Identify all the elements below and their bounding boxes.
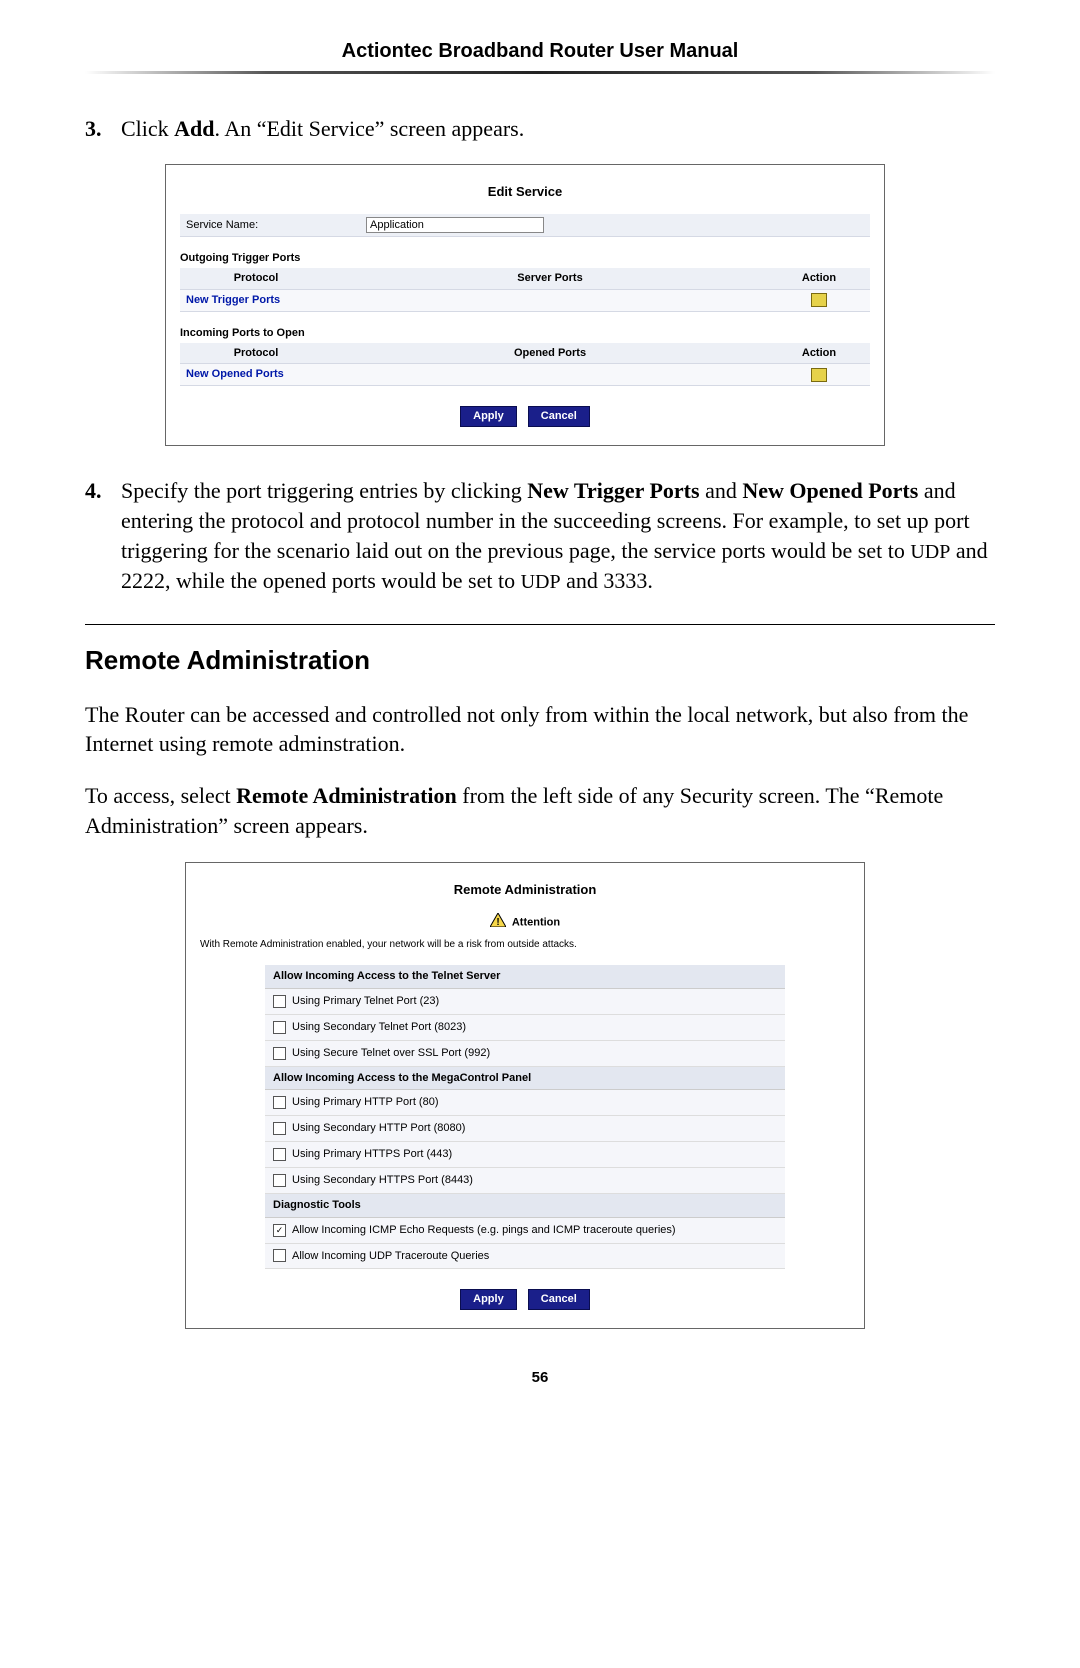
opt-http-80-label: Using Primary HTTP Port (80): [292, 1095, 439, 1110]
checkbox-telnet-8023[interactable]: [273, 1021, 286, 1034]
col-protocol2: Protocol: [180, 343, 332, 364]
outgoing-trigger-heading: Outgoing Trigger Ports: [180, 251, 870, 266]
opt-http-8080: Using Secondary HTTP Port (8080): [265, 1116, 785, 1142]
step-4: 4. Specify the port triggering entries b…: [85, 476, 995, 595]
opt-telnet-23-label: Using Primary Telnet Port (23): [292, 994, 439, 1009]
opt-https-443-label: Using Primary HTTPS Port (443): [292, 1147, 452, 1162]
checkbox-http-80[interactable]: [273, 1096, 286, 1109]
col-server-ports: Server Ports: [332, 268, 768, 289]
edit-service-screenshot: Edit Service Service Name: Outgoing Trig…: [165, 164, 885, 446]
remote-admin-ss-title: Remote Administration: [200, 881, 850, 899]
service-name-input[interactable]: [366, 217, 544, 233]
attention-warning-text: With Remote Administration enabled, your…: [200, 938, 850, 952]
opt-http-8080-label: Using Secondary HTTP Port (8080): [292, 1121, 465, 1136]
step-4-text: Specify the port triggering entries by c…: [121, 476, 995, 595]
opt-icmp-echo-label: Allow Incoming ICMP Echo Requests (e.g. …: [292, 1223, 676, 1238]
step-3-text: Click Add. An “Edit Service” screen appe…: [121, 114, 524, 144]
step4-b2: New Opened Ports: [742, 478, 918, 503]
service-name-row: Service Name:: [180, 214, 870, 237]
manual-header-title: Actiontec Broadband Router User Manual: [85, 40, 995, 63]
opt-https-443: Using Primary HTTPS Port (443): [265, 1142, 785, 1168]
apply-button[interactable]: Apply: [460, 406, 517, 427]
ra-p2a: To access, select: [85, 783, 236, 808]
checkbox-https-8443[interactable]: [273, 1174, 286, 1187]
remote-admin-heading: Remote Administration: [85, 643, 995, 678]
header-divider: [85, 71, 995, 74]
page-number: 56: [85, 1369, 995, 1386]
outgoing-table: Protocol Server Ports Action New Trigger…: [180, 268, 870, 312]
add-opened-icon[interactable]: [811, 368, 827, 382]
checkbox-https-443[interactable]: [273, 1148, 286, 1161]
checkbox-telnet-ssl-992[interactable]: [273, 1047, 286, 1060]
opt-udp-traceroute-label: Allow Incoming UDP Traceroute Queries: [292, 1249, 489, 1264]
opt-http-80: Using Primary HTTP Port (80): [265, 1090, 785, 1116]
step-3-pre: Click: [121, 116, 174, 141]
step4-t2: and: [700, 478, 743, 503]
incoming-ports-heading: Incoming Ports to Open: [180, 326, 870, 341]
opt-telnet-ssl-992-label: Using Secure Telnet over SSL Port (992): [292, 1046, 490, 1061]
remote-admin-p2: To access, select Remote Administration …: [85, 781, 995, 840]
mega-header: Allow Incoming Access to the MegaControl…: [265, 1067, 785, 1091]
step4-b1: New Trigger Ports: [527, 478, 699, 503]
diag-header: Diagnostic Tools: [265, 1194, 785, 1218]
edit-service-title: Edit Service: [180, 183, 870, 201]
remote-admin-screenshot: Remote Administration ! Attention With R…: [185, 862, 865, 1329]
ra-p2b: Remote Administration: [236, 783, 457, 808]
edit-service-buttons: Apply Cancel: [180, 406, 870, 427]
new-opened-ports-link[interactable]: New Opened Ports: [186, 368, 284, 380]
new-trigger-ports-link[interactable]: New Trigger Ports: [186, 294, 280, 306]
step4-t1: Specify the port triggering entries by c…: [121, 478, 527, 503]
opt-icmp-echo: ✓ Allow Incoming ICMP Echo Requests (e.g.…: [265, 1218, 785, 1244]
col-opened-ports: Opened Ports: [332, 343, 768, 364]
opt-telnet-ssl-992: Using Secure Telnet over SSL Port (992): [265, 1041, 785, 1067]
opt-telnet-8023: Using Secondary Telnet Port (8023): [265, 1015, 785, 1041]
opt-udp-traceroute: Allow Incoming UDP Traceroute Queries: [265, 1244, 785, 1270]
incoming-table: Protocol Opened Ports Action New Opened …: [180, 343, 870, 387]
opt-telnet-8023-label: Using Secondary Telnet Port (8023): [292, 1020, 466, 1035]
checkbox-icmp-echo[interactable]: ✓: [273, 1224, 286, 1237]
remote-admin-p1: The Router can be accessed and controlle…: [85, 700, 995, 759]
warning-icon: !: [490, 913, 506, 932]
cancel-button[interactable]: Cancel: [528, 406, 590, 427]
checkbox-udp-traceroute[interactable]: [273, 1249, 286, 1262]
col-action2: Action: [768, 343, 870, 364]
cancel-button-2[interactable]: Cancel: [528, 1289, 590, 1310]
apply-button-2[interactable]: Apply: [460, 1289, 517, 1310]
options-table: Allow Incoming Access to the Telnet Serv…: [265, 965, 785, 1269]
remote-admin-buttons: Apply Cancel: [200, 1289, 850, 1310]
add-trigger-icon[interactable]: [811, 293, 827, 307]
svg-text:!: !: [496, 917, 499, 927]
service-name-label: Service Name:: [186, 218, 366, 233]
step-3-post: . An “Edit Service” screen appears.: [215, 116, 525, 141]
section-divider: [85, 624, 995, 625]
step-4-number: 4.: [85, 476, 121, 595]
attention-label: Attention: [512, 916, 560, 928]
checkbox-telnet-23[interactable]: [273, 995, 286, 1008]
opt-https-8443-label: Using Secondary HTTPS Port (8443): [292, 1173, 473, 1188]
col-protocol: Protocol: [180, 268, 332, 289]
col-action: Action: [768, 268, 870, 289]
step4-sc2: UDP: [521, 571, 561, 593]
opt-telnet-23: Using Primary Telnet Port (23): [265, 989, 785, 1015]
step4-sc1: UDP: [910, 541, 950, 563]
checkbox-http-8080[interactable]: [273, 1122, 286, 1135]
step-3: 3. Click Add. An “Edit Service” screen a…: [85, 114, 995, 144]
step4-t5: and 3333.: [561, 568, 653, 593]
opt-https-8443: Using Secondary HTTPS Port (8443): [265, 1168, 785, 1194]
step-3-number: 3.: [85, 114, 121, 144]
attention-row: ! Attention: [200, 913, 850, 932]
step-3-bold: Add: [174, 116, 214, 141]
telnet-header: Allow Incoming Access to the Telnet Serv…: [265, 965, 785, 989]
